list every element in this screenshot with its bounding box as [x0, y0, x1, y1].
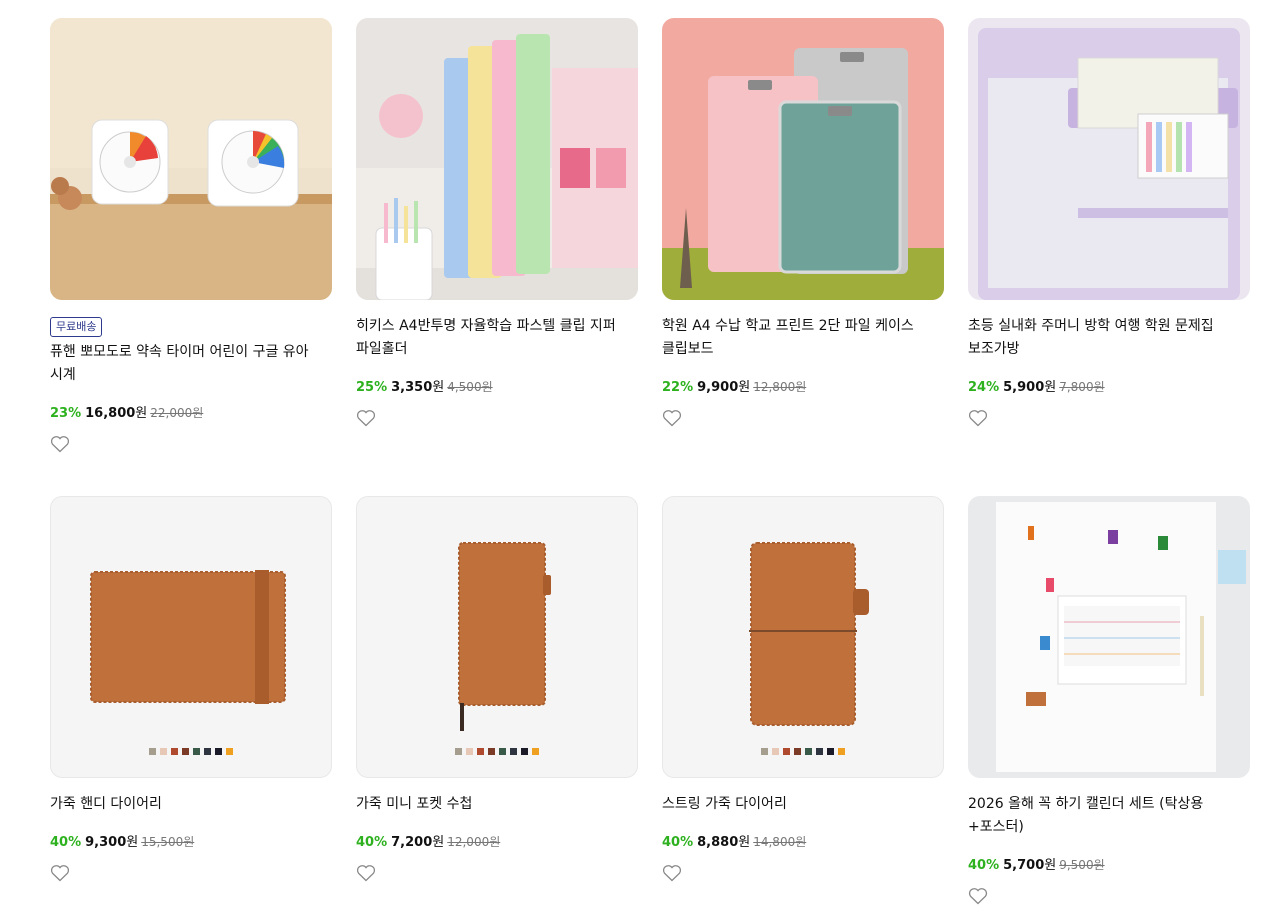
- sale-price: 5,700: [1003, 858, 1045, 873]
- sale-price: 7,200: [391, 835, 433, 850]
- heart-outline-icon[interactable]: [356, 864, 376, 882]
- currency-unit: 원: [738, 835, 751, 850]
- color-swatches: [51, 748, 331, 755]
- discount-rate: 24%: [968, 380, 1000, 395]
- color-swatches: [357, 748, 637, 755]
- heart-outline-icon[interactable]: [968, 887, 988, 905]
- heart-outline-icon[interactable]: [50, 435, 70, 453]
- original-price: 7,800원: [1059, 380, 1105, 394]
- original-price: 12,000원: [447, 835, 501, 849]
- currency-unit: 원: [738, 380, 751, 395]
- product-name[interactable]: 히키스 A4반투명 자율학습 파스텔 클립 지퍼 파일홀더: [356, 315, 638, 361]
- currency-unit: 원: [126, 835, 139, 850]
- sale-price: 5,900: [1003, 380, 1045, 395]
- color-swatches: [663, 748, 943, 755]
- price-line: 40% 7,200원 12,000원: [356, 833, 638, 852]
- sale-price: 9,300: [85, 835, 127, 850]
- discount-rate: 40%: [662, 835, 694, 850]
- original-price: 9,500원: [1059, 858, 1105, 872]
- heart-outline-icon[interactable]: [356, 409, 376, 427]
- product-name[interactable]: 퓨핸 뽀모도로 약속 타이머 어린이 구글 유아 시계: [50, 341, 332, 387]
- price-line: 24% 5,900원 7,800원: [968, 378, 1250, 397]
- discount-rate: 40%: [968, 858, 1000, 873]
- price-line: 40% 8,880원 14,800원: [662, 833, 944, 852]
- product-card[interactable]: 스트링 가죽 다이어리 40% 8,880원 14,800원: [662, 496, 944, 909]
- original-price: 14,800원: [753, 835, 807, 849]
- sale-price: 9,900: [697, 380, 739, 395]
- original-price: 12,800원: [753, 380, 807, 394]
- product-card[interactable]: 2026 올해 꼭 하기 캘린더 세트 (탁상용+포스터) 40% 5,700원 9…: [968, 496, 1250, 909]
- sale-price: 16,800: [85, 406, 136, 421]
- price-line: 40% 9,300원 15,500원: [50, 833, 332, 852]
- product-image[interactable]: [968, 18, 1250, 300]
- heart-outline-icon[interactable]: [50, 864, 70, 882]
- discount-rate: 40%: [356, 835, 388, 850]
- product-card[interactable]: 무료배송 퓨핸 뽀모도로 약속 타이머 어린이 구글 유아 시계 23% 16,8…: [50, 18, 332, 496]
- product-image[interactable]: [662, 496, 944, 778]
- product-card[interactable]: 초등 실내화 주머니 방학 여행 학원 문제집 보조가방 24% 5,900원 7,…: [968, 18, 1250, 496]
- original-price: 15,500원: [141, 835, 195, 849]
- price-line: 25% 3,350원 4,500원: [356, 378, 638, 397]
- currency-unit: 원: [432, 380, 445, 395]
- product-grid: 무료배송 퓨핸 뽀모도로 약속 타이머 어린이 구글 유아 시계 23% 16,8…: [50, 18, 1250, 909]
- heart-outline-icon[interactable]: [662, 409, 682, 427]
- heart-outline-icon[interactable]: [968, 409, 988, 427]
- currency-unit: 원: [1044, 858, 1057, 873]
- product-name[interactable]: 초등 실내화 주머니 방학 여행 학원 문제집 보조가방: [968, 315, 1250, 361]
- free-shipping-badge: 무료배송: [50, 317, 103, 337]
- product-card[interactable]: 히키스 A4반투명 자율학습 파스텔 클립 지퍼 파일홀더 25% 3,350원 4…: [356, 18, 638, 496]
- product-name[interactable]: 2026 올해 꼭 하기 캘린더 세트 (탁상용+포스터): [968, 793, 1250, 839]
- original-price: 22,000원: [150, 406, 204, 420]
- original-price: 4,500원: [447, 380, 493, 394]
- sale-price: 8,880: [697, 835, 739, 850]
- product-image[interactable]: [50, 18, 332, 300]
- sale-price: 3,350: [391, 380, 433, 395]
- currency-unit: 원: [1044, 380, 1057, 395]
- product-card[interactable]: 가죽 핸디 다이어리 40% 9,300원 15,500원: [50, 496, 332, 909]
- product-name[interactable]: 가죽 핸디 다이어리: [50, 793, 332, 816]
- heart-outline-icon[interactable]: [662, 864, 682, 882]
- product-image[interactable]: [968, 496, 1250, 778]
- product-image[interactable]: [50, 496, 332, 778]
- product-card[interactable]: 학원 A4 수납 학교 프린트 2단 파일 케이스 클립보드 22% 9,900원…: [662, 18, 944, 496]
- currency-unit: 원: [432, 835, 445, 850]
- product-image[interactable]: [356, 496, 638, 778]
- product-name[interactable]: 가죽 미니 포켓 수첩: [356, 793, 638, 816]
- price-line: 23% 16,800원 22,000원: [50, 404, 332, 423]
- discount-rate: 23%: [50, 406, 82, 421]
- discount-rate: 25%: [356, 380, 388, 395]
- product-image[interactable]: [662, 18, 944, 300]
- price-line: 22% 9,900원 12,800원: [662, 378, 944, 397]
- product-card[interactable]: 가죽 미니 포켓 수첩 40% 7,200원 12,000원: [356, 496, 638, 909]
- product-image[interactable]: [356, 18, 638, 300]
- product-name[interactable]: 학원 A4 수납 학교 프린트 2단 파일 케이스 클립보드: [662, 315, 944, 361]
- currency-unit: 원: [135, 406, 148, 421]
- product-name[interactable]: 스트링 가죽 다이어리: [662, 793, 944, 816]
- price-line: 40% 5,700원 9,500원: [968, 856, 1250, 875]
- discount-rate: 40%: [50, 835, 82, 850]
- discount-rate: 22%: [662, 380, 694, 395]
